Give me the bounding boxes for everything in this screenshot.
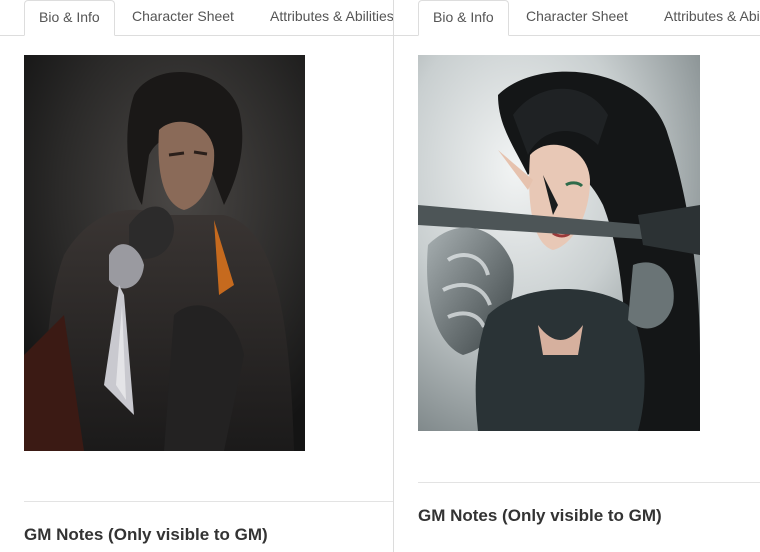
tab-attributes-abilities[interactable]: Attributes & Abilities	[650, 0, 760, 35]
elf-warrior-portrait-icon	[418, 55, 700, 431]
gm-notes-heading: GM Notes (Only visible to GM)	[24, 525, 268, 544]
dark-swordsman-portrait-icon	[24, 55, 305, 451]
tab-character-sheet[interactable]: Character Sheet	[512, 0, 642, 35]
section-divider	[418, 482, 760, 483]
character-panel-right: Bio & Info Character Sheet Attributes & …	[394, 0, 760, 552]
tab-character-sheet[interactable]: Character Sheet	[118, 0, 248, 35]
character-portrait[interactable]	[24, 55, 305, 451]
gm-notes-heading: GM Notes (Only visible to GM)	[418, 506, 662, 525]
tab-bio-info[interactable]: Bio & Info	[418, 0, 509, 36]
character-panel-left: Bio & Info Character Sheet Attributes & …	[0, 0, 394, 552]
tab-bar: Bio & Info Character Sheet Attributes & …	[0, 0, 393, 36]
tab-bar: Bio & Info Character Sheet Attributes & …	[394, 0, 760, 36]
character-portrait[interactable]	[418, 55, 700, 431]
tab-bio-info[interactable]: Bio & Info	[24, 0, 115, 36]
tab-attributes-abilities[interactable]: Attributes & Abilities	[256, 0, 393, 35]
section-divider	[24, 501, 393, 502]
